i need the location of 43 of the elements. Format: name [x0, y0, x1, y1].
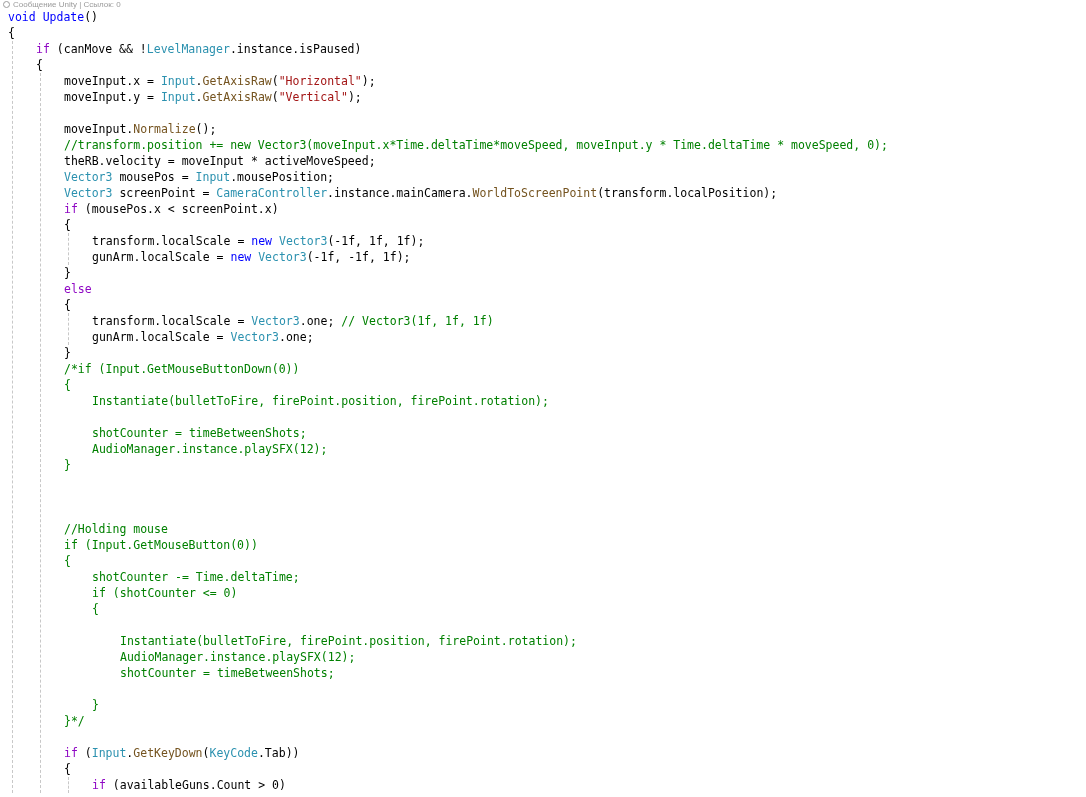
code-line: if (availableGuns.Count > 0) [92, 778, 286, 792]
codelens-icon [3, 1, 10, 8]
code-line: { [92, 602, 99, 616]
code-line: moveInput.y = Input.GetAxisRaw("Vertical"); [64, 90, 362, 104]
code-line: gunArm.localScale = Vector3.one; [92, 330, 314, 344]
code-line: { [8, 26, 15, 40]
code-line: { [64, 218, 71, 232]
code-line: if (shotCounter <= 0) [92, 586, 238, 600]
code-line: { [36, 58, 43, 72]
code-line: shotCounter -= Time.deltaTime; [92, 570, 300, 584]
code-line: void Update() [8, 10, 99, 24]
code-line: //Holding mouse [64, 522, 168, 536]
code-line: if (mousePos.x < screenPoint.x) [64, 202, 279, 216]
code-line: } [64, 266, 71, 280]
code-line: transform.localScale = new Vector3(-1f, 1f, 1f); [92, 234, 425, 248]
code-line: if (canMove && !LevelManager.instance.isPaused) [36, 42, 362, 56]
code-line: AudioManager.instance.playSFX(12); [120, 650, 356, 664]
code-line: { [64, 298, 71, 312]
code-line: { [64, 378, 71, 392]
code-line: //transform.position += new Vector3(moveInput.x*Time.deltaTime*moveSpeed, moveInput.y * Time.deltaTime * moveSpeed, 0); [64, 138, 888, 152]
code-line: else [64, 282, 92, 296]
code-line: /*if (Input.GetMouseButtonDown(0)) [64, 362, 300, 376]
code-line: shotCounter = timeBetweenShots; [120, 666, 335, 680]
codelens-text[interactable]: Сообщение Unity | Ссылок: 0 [13, 0, 121, 9]
code-line: Instantiate(bulletToFire, firePoint.position, firePoint.rotation); [92, 394, 549, 408]
code-line: if (Input.GetKeyDown(KeyCode.Tab)) [64, 746, 300, 760]
code-line: } [92, 698, 99, 712]
code-line: Vector3 mousePos = Input.mousePosition; [64, 170, 335, 184]
code-line: { [64, 554, 71, 568]
code-line: if (Input.GetMouseButton(0)) [64, 538, 258, 552]
code-line: transform.localScale = Vector3.one; // Vector3(1f, 1f, 1f) [92, 314, 494, 328]
code-line: Instantiate(bulletToFire, firePoint.position, firePoint.rotation); [120, 634, 577, 648]
code-line: gunArm.localScale = new Vector3(-1f, -1f, 1f); [92, 250, 411, 264]
code-line: }*/ [64, 714, 85, 728]
code-line: { [64, 762, 71, 776]
code-line: } [64, 346, 71, 360]
code-line: shotCounter = timeBetweenShots; [92, 426, 307, 440]
code-line: Vector3 screenPoint = CameraController.instance.mainCamera.WorldToScreenPoint(transform.localPosition); [64, 186, 778, 200]
code-line: theRB.velocity = moveInput * activeMoveSpeed; [64, 154, 376, 168]
code-line: moveInput.x = Input.GetAxisRaw("Horizontal"); [64, 74, 376, 88]
code-line: moveInput.Normalize(); [64, 122, 217, 136]
code-line: AudioManager.instance.playSFX(12); [92, 442, 328, 456]
code-line: } [64, 458, 71, 472]
